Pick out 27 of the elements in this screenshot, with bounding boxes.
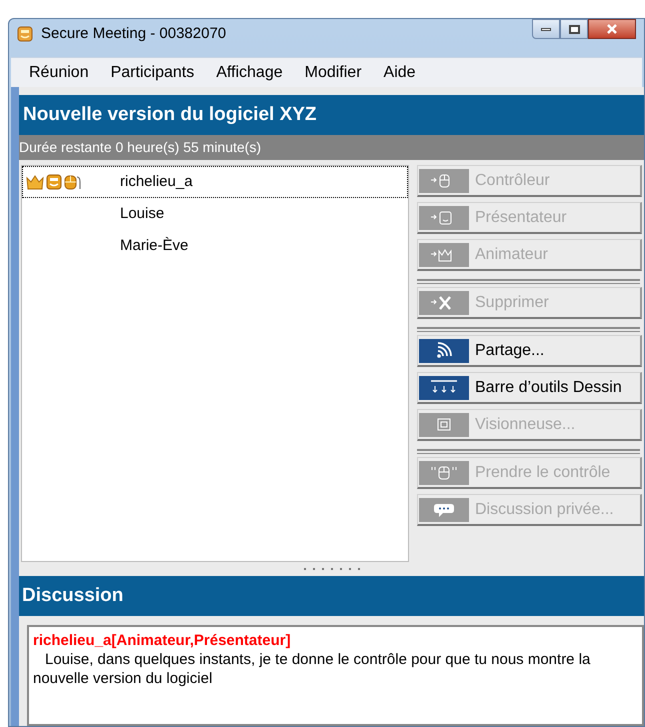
participant-name: Marie-Ève: [120, 236, 188, 256]
discussion-title: Discussion: [22, 584, 124, 608]
app-icon: [17, 26, 33, 42]
minimize-icon: [541, 28, 551, 30]
close-button[interactable]: [588, 19, 636, 39]
action-button[interactable]: Partage...: [417, 335, 642, 367]
maximize-icon: [568, 24, 580, 34]
menu-item[interactable]: Modifier: [304, 60, 362, 84]
minimize-button[interactable]: [532, 19, 560, 39]
meeting-title: Nouvelle version du logiciel XYZ: [23, 102, 317, 127]
maximize-button[interactable]: [560, 19, 588, 39]
message-text: Louise, dans quelques instants, je te donne le contrôle pour que tu nous montre la nouvelle version du logiciel: [33, 650, 592, 688]
participant-name: richelieu_a: [120, 172, 193, 192]
window-title: Secure Meeting - 00382070: [41, 24, 226, 44]
remaining-time: Durée restante 0 heure(s) 55 minute(s): [19, 138, 261, 157]
participant-row[interactable]: richelieu_a: [22, 166, 408, 198]
message-author: richelieu_a[Animateur,Présentateur]: [33, 631, 292, 650]
action-button[interactable]: Barre d’outils Dessin: [417, 372, 642, 404]
menu-item[interactable]: Affichage: [216, 60, 283, 84]
participant-name: Louise: [120, 204, 164, 224]
participant-row[interactable]: Marie-Ève: [22, 230, 408, 262]
close-icon: [606, 24, 618, 34]
menu-item[interactable]: Réunion: [29, 60, 89, 84]
participant-row[interactable]: Louise: [22, 198, 408, 230]
mouse-icon: [429, 464, 459, 482]
menu-item[interactable]: Aide: [384, 60, 416, 84]
menu-item[interactable]: Participants: [110, 60, 194, 84]
